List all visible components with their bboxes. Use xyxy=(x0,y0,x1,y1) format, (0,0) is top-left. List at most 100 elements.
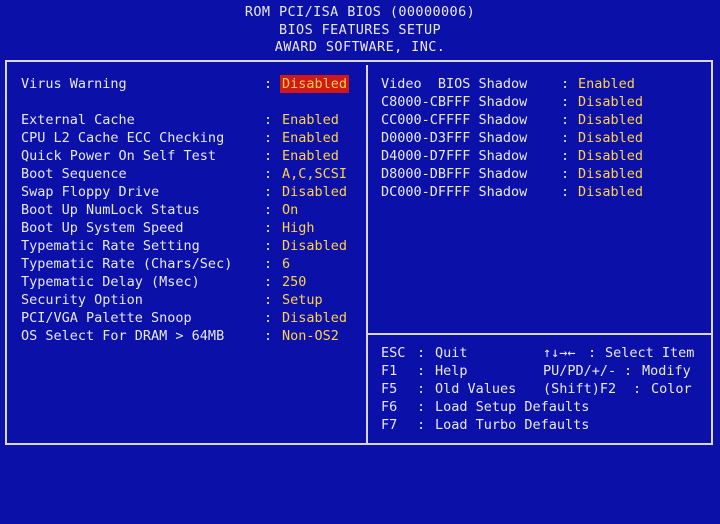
setting-value[interactable]: 250 xyxy=(282,273,306,291)
key-f6: F6 xyxy=(381,399,398,415)
setting-label: Boot Up System Speed xyxy=(21,220,184,236)
setting-row-c8000-shadow[interactable]: C8000-CBFFF Shadow : Disabled xyxy=(381,93,643,111)
colon: : xyxy=(417,381,426,397)
setting-row-typematic-delay[interactable]: Typematic Delay (Msec) : 250 xyxy=(21,273,306,291)
setting-value[interactable]: High xyxy=(282,219,315,237)
setting-value[interactable]: 6 xyxy=(282,255,290,273)
setting-label: Typematic Rate (Chars/Sec) xyxy=(21,256,233,272)
colon: : xyxy=(264,184,273,200)
setting-row-virus-warning[interactable]: Virus Warning : Disabled xyxy=(21,75,350,93)
colon: : xyxy=(264,148,273,164)
key-action: Quit xyxy=(435,345,468,361)
setting-value[interactable]: Enabled xyxy=(578,75,635,93)
colon: : xyxy=(264,220,273,236)
setting-row-security-option[interactable]: Security Option : Setup xyxy=(21,291,323,309)
setting-value[interactable]: Enabled xyxy=(282,129,339,147)
column-divider xyxy=(366,65,368,443)
setting-row-quick-post[interactable]: Quick Power On Self Test : Enabled xyxy=(21,147,339,165)
setting-row-numlock[interactable]: Boot Up NumLock Status : On xyxy=(21,201,298,219)
setting-row-external-cache[interactable]: External Cache : Enabled xyxy=(21,111,339,129)
setting-row-video-bios-shadow[interactable]: Video BIOS Shadow : Enabled xyxy=(381,75,635,93)
key-action: Select Item xyxy=(605,345,695,361)
setting-value[interactable]: Disabled xyxy=(282,309,347,327)
setting-value[interactable]: On xyxy=(282,201,298,219)
setting-label: Swap Floppy Drive xyxy=(21,184,160,200)
setting-label: External Cache xyxy=(21,112,135,128)
setting-value[interactable]: Disabled xyxy=(282,237,347,255)
setting-label: PCI/VGA Palette Snoop xyxy=(21,310,192,326)
colon: : xyxy=(561,148,570,164)
key-help-row: F6 : Load Setup Defaults xyxy=(381,398,589,416)
setting-row-cpu-l2-ecc[interactable]: CPU L2 Cache ECC Checking : Enabled xyxy=(21,129,339,147)
colon: : xyxy=(561,94,570,110)
key-help-row: F1 : Help PU/PD/+/- : Modify xyxy=(381,362,691,380)
setting-value[interactable]: Disabled xyxy=(578,111,643,129)
setting-label: C8000-CBFFF Shadow xyxy=(381,94,528,110)
colon: : xyxy=(264,328,273,344)
setting-label: Boot Sequence xyxy=(21,166,127,182)
colon: : xyxy=(633,381,642,397)
setting-value[interactable]: Disabled xyxy=(578,183,643,201)
colon: : xyxy=(561,130,570,146)
setting-value[interactable]: Enabled xyxy=(282,111,339,129)
colon: : xyxy=(624,363,633,379)
colon: : xyxy=(264,76,273,92)
colon: : xyxy=(264,310,273,326)
colon: : xyxy=(417,345,426,361)
setting-value[interactable]: Disabled xyxy=(282,183,347,201)
colon: : xyxy=(264,238,273,254)
colon: : xyxy=(264,256,273,272)
key-help-row: F7 : Load Turbo Defaults xyxy=(381,416,589,434)
setting-label: D4000-D7FFF Shadow xyxy=(381,148,528,164)
key-action: Load Turbo Defaults xyxy=(435,417,590,433)
setting-row-d4000-shadow[interactable]: D4000-D7FFF Shadow : Disabled xyxy=(381,147,643,165)
setting-row-boot-sequence[interactable]: Boot Sequence : A,C,SCSI xyxy=(21,165,347,183)
key-f1: F1 xyxy=(381,363,398,379)
setting-label: D0000-D3FFF Shadow xyxy=(381,130,528,146)
page-title: BIOS FEATURES SETUP xyxy=(278,21,442,38)
setting-value[interactable]: Disabled xyxy=(578,147,643,165)
key-help-row: ESC : Quit ↑↓→← : Select Item xyxy=(381,344,694,362)
setting-value[interactable]: Disabled xyxy=(578,165,643,183)
setting-row-typematic-setting[interactable]: Typematic Rate Setting : Disabled xyxy=(21,237,347,255)
setting-label: Typematic Rate Setting xyxy=(21,238,200,254)
setting-label: CPU L2 Cache ECC Checking xyxy=(21,130,225,146)
setting-value[interactable]: Disabled xyxy=(578,129,643,147)
colon: : xyxy=(264,202,273,218)
setting-row-d0000-shadow[interactable]: D0000-D3FFF Shadow : Disabled xyxy=(381,129,643,147)
bios-title: ROM PCI/ISA BIOS (00000006) xyxy=(244,4,476,20)
colon: : xyxy=(264,112,273,128)
vendor-name: AWARD SOFTWARE, INC. xyxy=(274,39,446,55)
setting-row-palette-snoop[interactable]: PCI/VGA Palette Snoop : Disabled xyxy=(21,309,347,327)
setting-value[interactable]: Disabled xyxy=(578,93,643,111)
setting-value-selected[interactable]: Disabled xyxy=(280,75,350,93)
key-f7: F7 xyxy=(381,417,398,433)
setting-row-d8000-shadow[interactable]: D8000-DBFFF Shadow : Disabled xyxy=(381,165,643,183)
key-esc: ESC xyxy=(381,345,406,361)
setting-row-cc000-shadow[interactable]: CC000-CFFFF Shadow : Disabled xyxy=(381,111,643,129)
setting-row-system-speed[interactable]: Boot Up System Speed : High xyxy=(21,219,315,237)
key-help-row: F5 : Old Values (Shift)F2 : Color xyxy=(381,380,692,398)
help-divider xyxy=(366,333,713,335)
setting-value[interactable]: A,C,SCSI xyxy=(282,165,347,183)
key-action: Modify xyxy=(642,363,691,379)
arrow-keys-icon: ↑↓→← xyxy=(543,345,576,361)
setting-value[interactable]: Setup xyxy=(282,291,323,309)
setting-row-dc000-shadow[interactable]: DC000-DFFFF Shadow : Disabled xyxy=(381,183,643,201)
setting-value[interactable]: Enabled xyxy=(282,147,339,165)
setting-row-os-select[interactable]: OS Select For DRAM > 64MB : Non-OS2 xyxy=(21,327,339,345)
key-action: Old Values xyxy=(435,381,517,397)
setting-value[interactable]: Non-OS2 xyxy=(282,327,339,345)
setting-label: Video BIOS Shadow xyxy=(381,76,528,92)
bios-header: ROM PCI/ISA BIOS (00000006) BIOS FEATURE… xyxy=(0,0,720,58)
key-pu-pd: PU/PD/+/- xyxy=(543,363,617,379)
setting-row-typematic-rate[interactable]: Typematic Rate (Chars/Sec) : 6 xyxy=(21,255,290,273)
key-f5: F5 xyxy=(381,381,398,397)
colon: : xyxy=(264,166,273,182)
setting-label: Virus Warning xyxy=(21,76,127,92)
colon: : xyxy=(561,184,570,200)
setting-row-swap-floppy[interactable]: Swap Floppy Drive : Disabled xyxy=(21,183,347,201)
colon: : xyxy=(417,399,426,415)
setting-label: D8000-DBFFF Shadow xyxy=(381,166,528,182)
colon: : xyxy=(264,274,273,290)
